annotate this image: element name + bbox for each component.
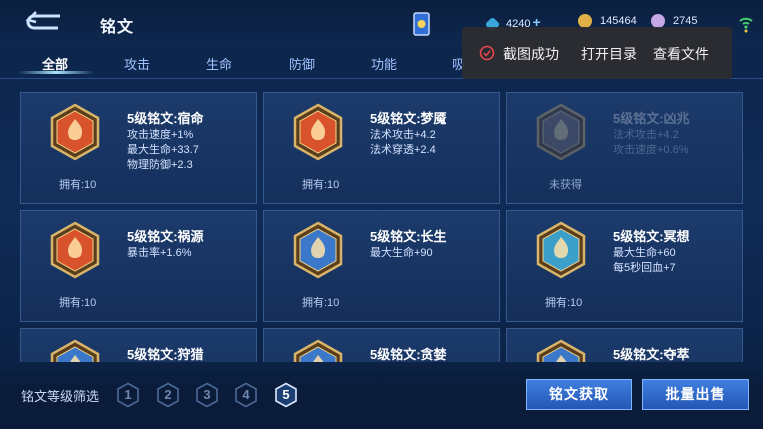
gold-counter: 145464	[578, 14, 637, 28]
level-number: 5	[282, 387, 290, 402]
inscription-stats: 法术攻击+4.2 攻击速度+0.6%	[613, 128, 689, 158]
inscription-card[interactable]: 5级铭文:长生 最大生命+90 拥有:10	[263, 210, 500, 322]
owned-count: 拥有:10	[59, 297, 97, 309]
level-filter-4[interactable]: 4	[234, 382, 258, 408]
back-arrow-icon	[25, 11, 60, 30]
inscription-name: 5级铭文:凶兆	[613, 111, 690, 126]
crystal-value: 2745	[673, 14, 698, 27]
tab-health[interactable]: 生命	[206, 54, 232, 73]
level-number: 4	[242, 387, 250, 402]
inscription-stats: 攻击速度+1% 最大生命+33.7 物理防御+2.3	[127, 128, 199, 173]
stat-line: 攻击速度+0.6%	[613, 144, 689, 156]
inscription-grid: 5级铭文:宿命 攻击速度+1% 最大生命+33.7 物理防御+2.3 拥有:10 5级铭文…	[20, 92, 754, 362]
level-filter-label: 铭文等级筛选	[21, 389, 100, 404]
inscription-card[interactable]: 5级铭文:冥想 最大生命+60 每5秒回血+7 拥有:10	[506, 210, 743, 322]
level-filter-2[interactable]: 2	[156, 382, 180, 408]
crystal-icon	[651, 14, 665, 28]
inscription-card-icon[interactable]	[411, 11, 433, 39]
check-circle-icon	[479, 45, 495, 61]
inscription-stats: 最大生命+90	[370, 246, 433, 261]
inscription-card[interactable]: 5级铭文:夺萃	[506, 328, 743, 362]
level-number: 3	[203, 387, 211, 402]
owned-count: 拥有:10	[302, 179, 340, 191]
stat-line: 最大生命+60	[613, 247, 676, 259]
screenshot-toast: 截图成功 打开目录 查看文件	[462, 27, 732, 79]
inscription-card[interactable]: 5级铭文:贪婪	[263, 328, 500, 362]
owned-count: 拥有:10	[59, 179, 97, 191]
level-number: 2	[164, 387, 172, 402]
gold-coin-icon	[578, 14, 592, 28]
stat-line: 法术穿透+2.4	[370, 144, 436, 156]
level-filter-1[interactable]: 1	[116, 382, 140, 408]
inscription-emblem-icon	[49, 221, 101, 279]
owned-count: 拥有:10	[302, 297, 340, 309]
gold-value: 145464	[600, 14, 637, 27]
inscription-name: 5级铭文:长生	[370, 229, 447, 244]
inscription-name: 5级铭文:梦魇	[370, 111, 447, 126]
level-filter-3[interactable]: 3	[195, 382, 219, 408]
inscription-emblem-icon	[49, 339, 101, 362]
batch-sell-button[interactable]: 批量出售	[642, 379, 749, 410]
inscription-emblem-icon	[535, 221, 587, 279]
stat-line: 法术攻击+4.2	[370, 129, 436, 141]
inscription-emblem-icon	[292, 103, 344, 161]
stat-line: 最大生命+33.7	[127, 144, 199, 156]
inscription-emblem-icon	[292, 221, 344, 279]
inscription-card[interactable]: 5级铭文:梦魇 法术攻击+4.2 法术穿透+2.4 拥有:10	[263, 92, 500, 204]
inscription-card[interactable]: 5级铭文:宿命 攻击速度+1% 最大生命+33.7 物理防御+2.3 拥有:10	[20, 92, 257, 204]
inscription-card[interactable]: 5级铭文:狩猎	[20, 328, 257, 362]
inscription-emblem-icon	[49, 103, 101, 161]
inscription-name: 5级铭文:冥想	[613, 229, 690, 244]
inscription-stats: 暴击率+1.6%	[127, 246, 192, 261]
inscription-name: 5级铭文:狩猎	[127, 347, 204, 362]
page-title: 铭文	[100, 19, 135, 36]
wifi-icon	[738, 13, 754, 33]
inscription-emblem-icon	[535, 339, 587, 362]
crystal-counter: 2745	[651, 14, 697, 28]
stat-line: 攻击速度+1%	[127, 129, 194, 141]
acquire-inscription-button[interactable]: 铭文获取	[526, 379, 632, 410]
back-button[interactable]	[22, 10, 64, 34]
view-file-link[interactable]: 查看文件	[653, 44, 709, 64]
inscription-name: 5级铭文:贪婪	[370, 347, 447, 362]
inscription-name: 5级铭文:夺萃	[613, 347, 690, 362]
inscription-name: 5级铭文:祸源	[127, 229, 204, 244]
tab-function[interactable]: 功能	[371, 54, 397, 73]
inscription-emblem-icon	[292, 339, 344, 362]
toast-message: 截图成功	[503, 46, 559, 62]
open-folder-link[interactable]: 打开目录	[581, 44, 637, 64]
inscription-emblem-icon	[535, 103, 587, 161]
stat-line: 每5秒回血+7	[613, 262, 676, 274]
tab-attack[interactable]: 攻击	[124, 54, 150, 73]
stat-line: 暴击率+1.6%	[127, 247, 192, 259]
level-number: 1	[124, 387, 132, 402]
tab-defense[interactable]: 防御	[289, 54, 315, 73]
owned-count: 未获得	[549, 179, 582, 191]
inscription-card[interactable]: 5级铭文:祸源 暴击率+1.6% 拥有:10	[20, 210, 257, 322]
stat-line: 最大生命+90	[370, 247, 433, 259]
level-filter-5[interactable]: 5	[274, 382, 298, 408]
inscription-card[interactable]: 5级铭文:凶兆 法术攻击+4.2 攻击速度+0.6% 未获得	[506, 92, 743, 204]
inscription-stats: 法术攻击+4.2 法术穿透+2.4	[370, 128, 436, 158]
owned-count: 拥有:10	[545, 297, 583, 309]
stat-line: 法术攻击+4.2	[613, 129, 679, 141]
active-tab-indicator	[18, 71, 94, 74]
inscription-stats: 最大生命+60 每5秒回血+7	[613, 246, 676, 276]
stat-line: 物理防御+2.3	[127, 159, 193, 171]
inscription-name: 5级铭文:宿命	[127, 111, 204, 126]
